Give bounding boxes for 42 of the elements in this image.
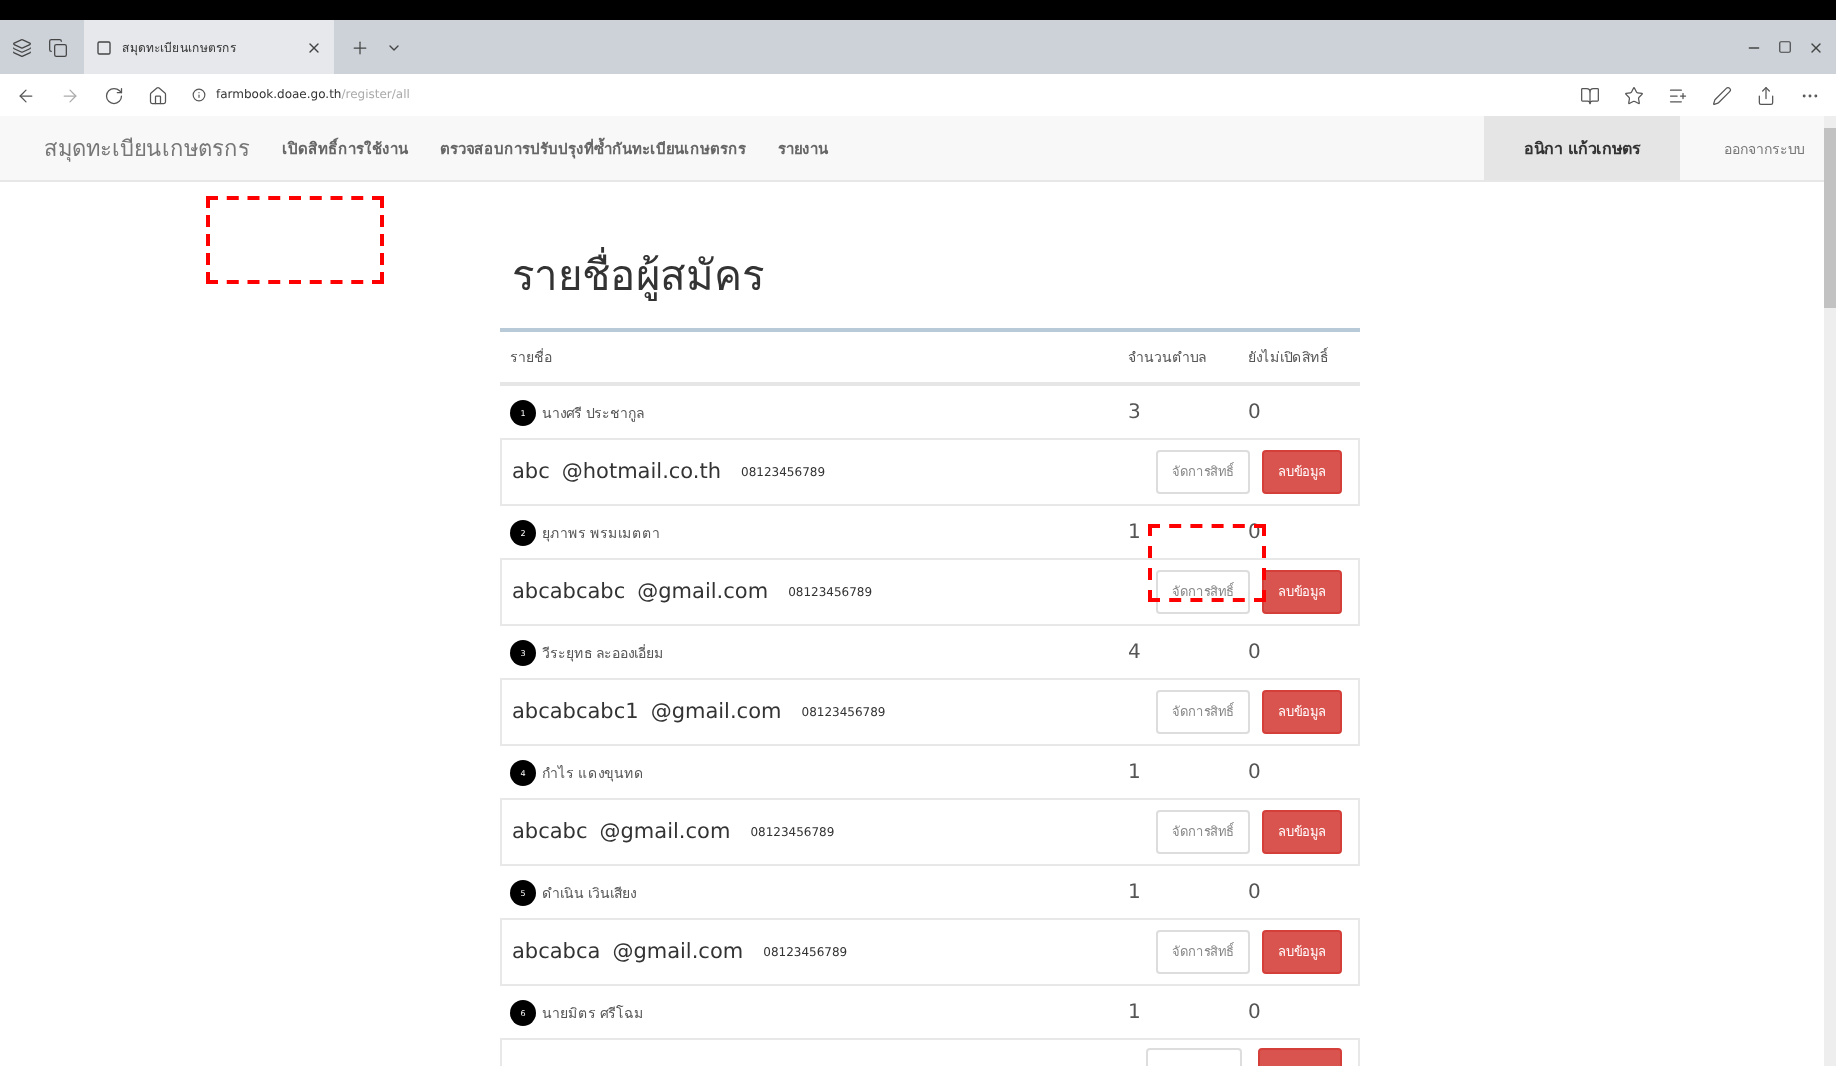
subdistrict-count: 1 bbox=[1128, 881, 1143, 903]
highlight-box bbox=[1148, 524, 1266, 602]
favorites-icon[interactable] bbox=[1668, 85, 1688, 105]
subdistrict-count: 1 bbox=[1128, 761, 1143, 783]
home-icon[interactable] bbox=[148, 85, 168, 105]
email-domain: @gmail.com bbox=[637, 580, 769, 604]
subdistrict-count: 1 bbox=[1128, 521, 1143, 543]
close-icon[interactable] bbox=[306, 39, 322, 55]
unopened-count: 0 bbox=[1248, 881, 1263, 903]
page-icon bbox=[96, 39, 112, 55]
pen-icon[interactable] bbox=[1712, 85, 1732, 105]
reading-view-icon[interactable] bbox=[1580, 85, 1600, 105]
favorite-icon[interactable] bbox=[1624, 85, 1644, 105]
brand-link[interactable]: สมุดทะเบียนเกษตรกร bbox=[44, 130, 250, 166]
subdistrict-count: 3 bbox=[1128, 401, 1143, 423]
subdistrict-count: 1 bbox=[1128, 1001, 1143, 1023]
email-domain: @hotmail.co.th bbox=[561, 460, 722, 484]
email-domain: @gmail.com bbox=[599, 820, 731, 844]
email-user: abcabcabc1 bbox=[512, 700, 639, 724]
info-icon bbox=[192, 88, 206, 102]
page-title: รายชื่อผู้สมัคร bbox=[512, 242, 1360, 308]
new-tab-icon[interactable] bbox=[350, 37, 370, 57]
email-user: abcabca bbox=[512, 940, 601, 964]
refresh-icon[interactable] bbox=[104, 85, 124, 105]
maximize-icon[interactable] bbox=[1778, 40, 1792, 54]
user-link[interactable]: อนิกา แก้วเกษตร bbox=[1484, 116, 1680, 180]
unopened-count: 0 bbox=[1248, 401, 1263, 423]
subdistrict-count: 4 bbox=[1128, 641, 1143, 663]
unopened-count: 0 bbox=[1248, 761, 1263, 783]
close-icon[interactable] bbox=[1808, 39, 1824, 55]
tabs-aside-icon[interactable] bbox=[12, 37, 32, 57]
back-icon[interactable] bbox=[16, 85, 36, 105]
email-domain: @gmail.com bbox=[650, 700, 782, 724]
share-icon[interactable] bbox=[1756, 85, 1776, 105]
scrollbar[interactable] bbox=[1824, 116, 1836, 1066]
email-user: abc bbox=[512, 460, 550, 484]
email-user: abcabc bbox=[512, 820, 588, 844]
unopened-count: 0 bbox=[1248, 641, 1263, 663]
email-user: abcabcabc bbox=[512, 580, 626, 604]
unopened-count: 0 bbox=[1248, 1001, 1263, 1023]
email-domain: @gmail.com bbox=[612, 940, 744, 964]
tab-preview-icon[interactable] bbox=[48, 37, 68, 57]
